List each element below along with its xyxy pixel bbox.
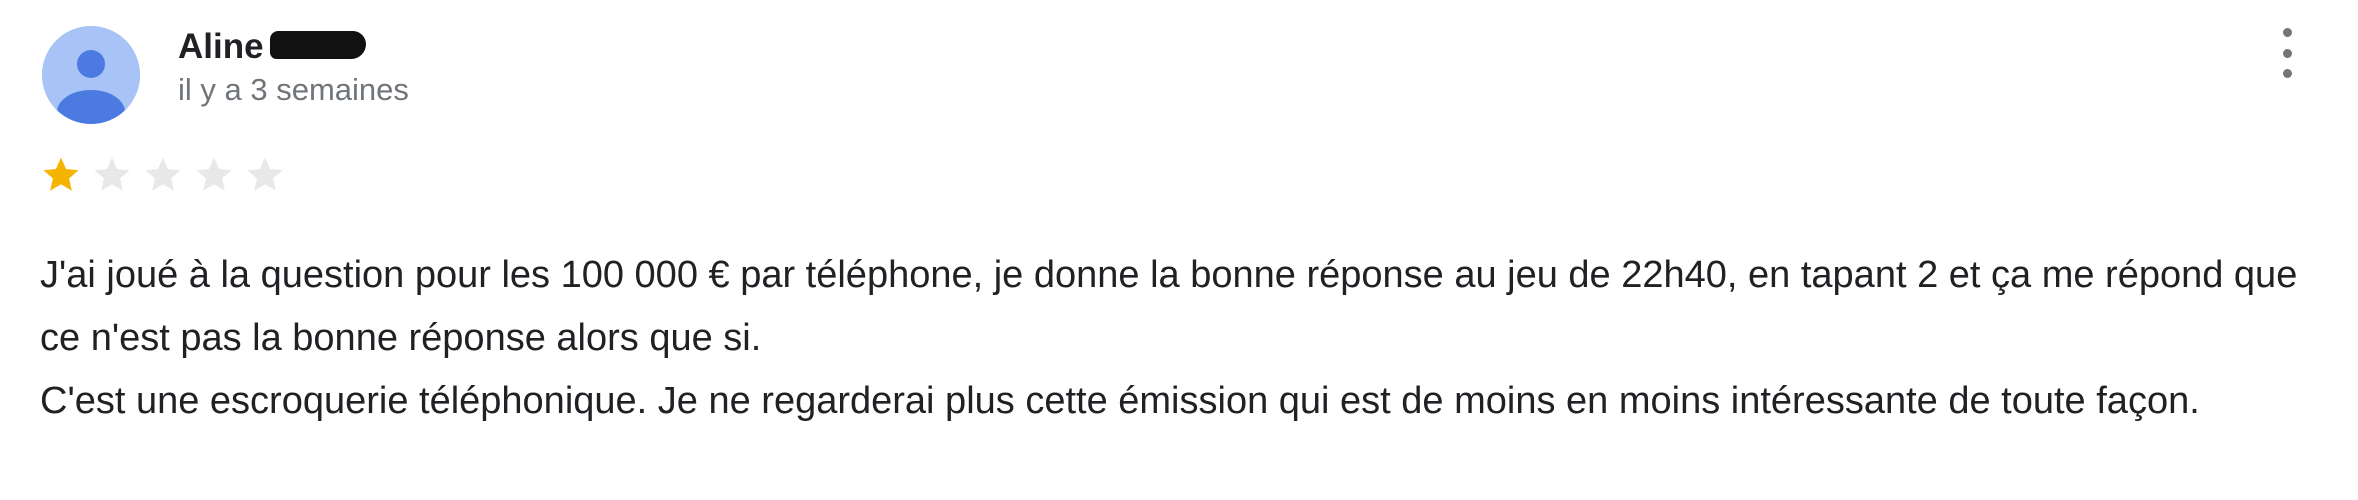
star-icon-empty (145, 157, 181, 191)
more-vertical-icon-dot (2282, 69, 2292, 78)
star-icon-empty (247, 157, 283, 191)
star-icon-filled (43, 157, 79, 191)
more-vertical-icon-dot (2282, 48, 2292, 58)
star-icon-empty (94, 157, 130, 191)
avatar[interactable] (42, 26, 140, 124)
more-vertical-icon-dot (2282, 28, 2292, 37)
review-timestamp: il y a 3 semaines (178, 72, 409, 107)
author-name-text: Aline (178, 27, 264, 66)
review-paragraph: C'est une escroquerie téléphonique. Je n… (40, 380, 2200, 422)
review-text: J'ai joué à la question pour les 100 000… (40, 244, 2330, 433)
review-paragraph: J'ai joué à la question pour les 100 000… (40, 254, 2298, 359)
more-options-button[interactable] (2270, 28, 2304, 78)
star-rating (40, 154, 286, 196)
author-name[interactable]: Aline (178, 26, 366, 68)
star-icon-empty (196, 157, 232, 191)
review-card: Aline il y a 3 semaines J'ai joué à la q… (0, 0, 2358, 500)
redaction-mark (269, 30, 366, 59)
default-avatar-icon (42, 26, 140, 124)
